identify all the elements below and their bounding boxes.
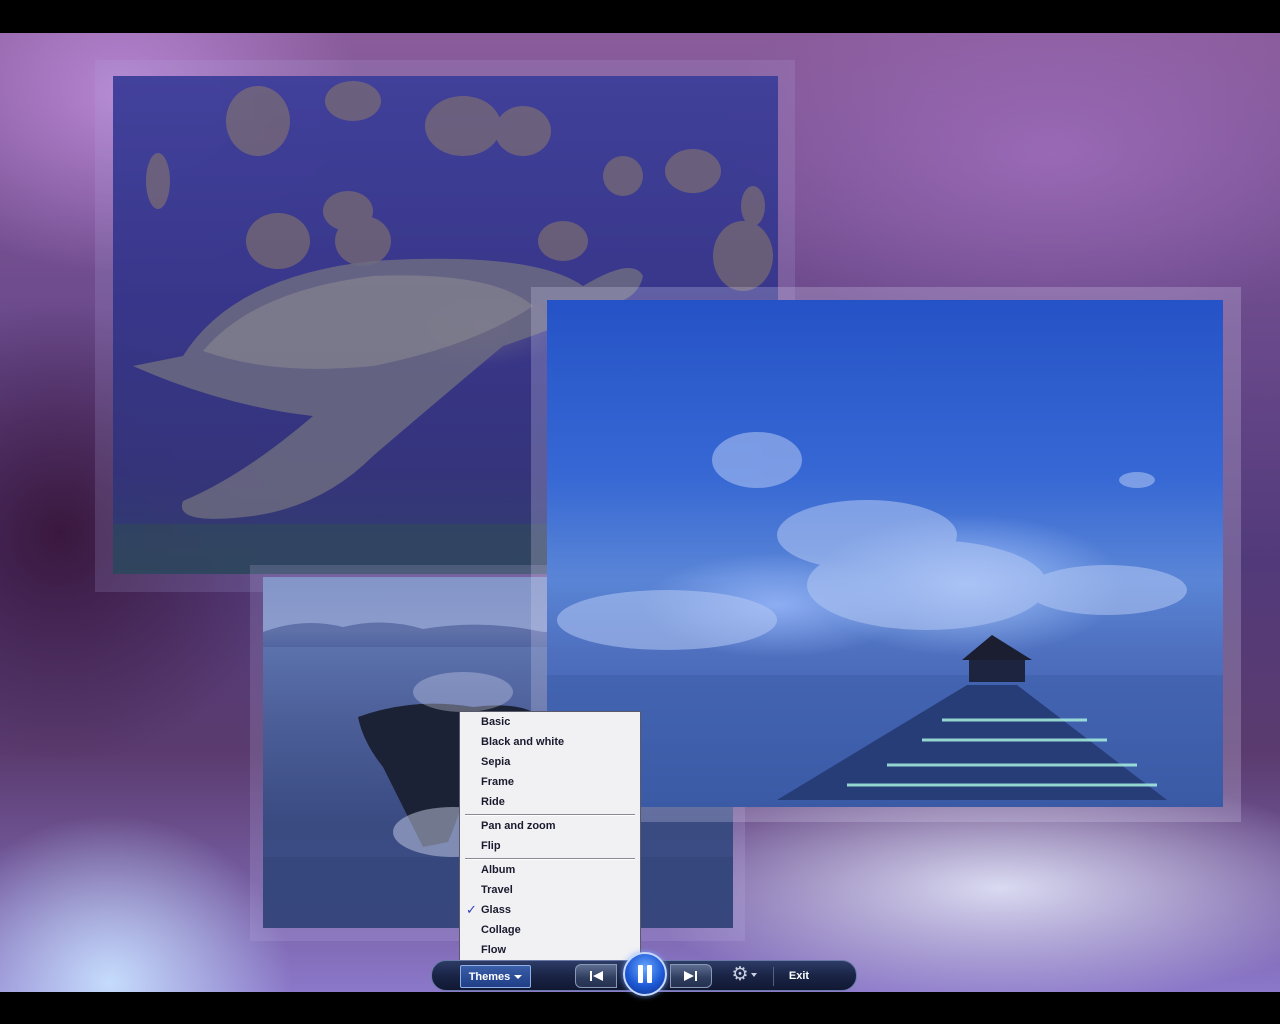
menu-item-glass[interactable]: ✓ Glass bbox=[460, 900, 640, 920]
play-pause-button[interactable] bbox=[623, 952, 667, 996]
caret-down-icon bbox=[514, 975, 523, 980]
menu-item-flow[interactable]: Flow bbox=[481, 940, 506, 960]
menu-item-collage[interactable]: Collage bbox=[481, 920, 521, 940]
menu-item-ride[interactable]: Ride bbox=[481, 792, 505, 812]
skip-previous-icon bbox=[590, 971, 603, 981]
exit-button-label: Exit bbox=[788, 970, 810, 982]
next-button[interactable] bbox=[670, 964, 712, 988]
menu-item-label: Glass bbox=[481, 904, 511, 916]
photo-pier bbox=[547, 300, 1223, 807]
pier-photo-image bbox=[547, 432, 1223, 807]
slideshow-control-bar: Themes ⚙ Exit bbox=[431, 952, 857, 996]
skip-next-icon bbox=[684, 971, 697, 981]
menu-item-basic[interactable]: Basic bbox=[481, 712, 510, 732]
menu-item-sepia[interactable]: Sepia bbox=[481, 752, 510, 772]
caret-down-icon bbox=[750, 972, 757, 977]
gear-icon: ⚙ bbox=[731, 964, 749, 985]
menu-item-frame[interactable]: Frame bbox=[481, 772, 514, 792]
menu-item-flip[interactable]: Flip bbox=[481, 836, 501, 856]
themes-button-label: Themes bbox=[468, 971, 511, 983]
previous-button[interactable] bbox=[575, 964, 617, 988]
menu-item-pan-and-zoom[interactable]: Pan and zoom bbox=[481, 816, 556, 836]
checkmark-icon: ✓ bbox=[466, 902, 477, 917]
menu-item-travel[interactable]: Travel bbox=[481, 880, 513, 900]
pause-icon bbox=[638, 965, 643, 983]
pause-icon bbox=[647, 965, 652, 983]
menu-item-black-and-white[interactable]: Black and white bbox=[481, 732, 564, 752]
settings-button[interactable]: ⚙ bbox=[726, 964, 762, 988]
themes-button[interactable]: Themes bbox=[460, 965, 531, 988]
divider bbox=[773, 967, 774, 986]
exit-button[interactable]: Exit bbox=[782, 965, 816, 988]
menu-item-album[interactable]: Album bbox=[481, 860, 515, 880]
themes-menu: Basic Black and white Sepia Frame Ride P… bbox=[459, 711, 641, 961]
